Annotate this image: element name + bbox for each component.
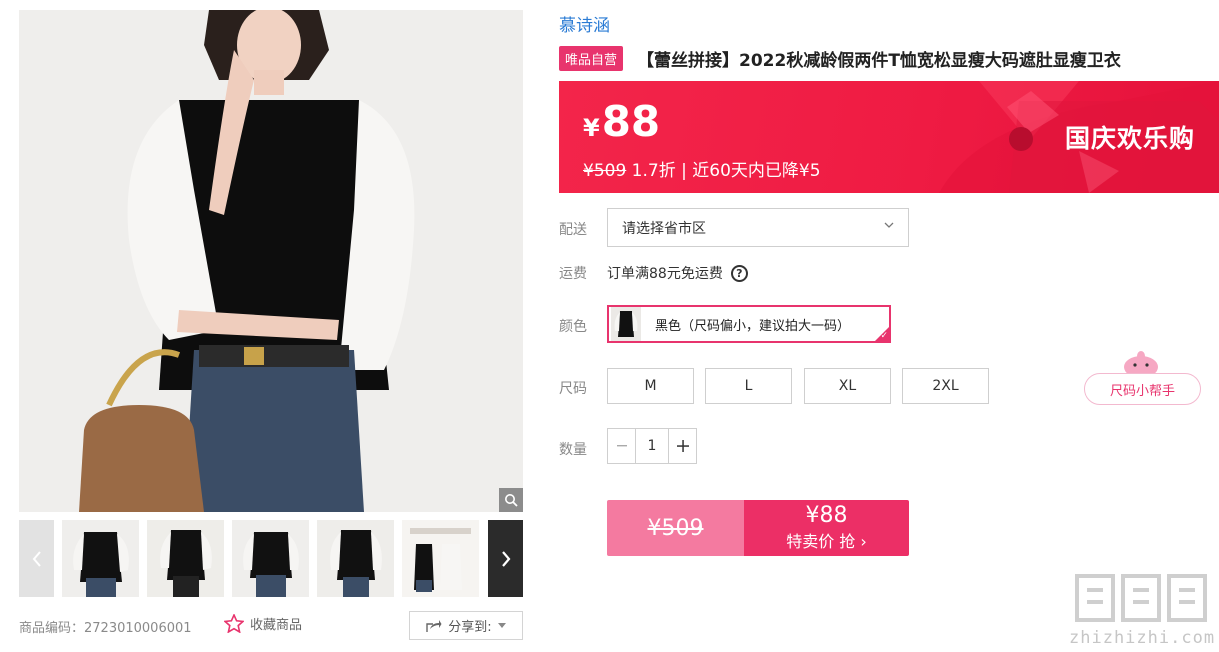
star-icon (224, 614, 244, 633)
chevron-right-icon (501, 550, 510, 567)
quantity-stepper: 1 (607, 428, 697, 464)
buy-price: ¥88 (805, 503, 848, 529)
swatch-photo (611, 307, 641, 341)
caret-down-icon (497, 623, 506, 628)
color-option-label: 黑色（尺码偏小，建议拍大一码） (655, 318, 851, 334)
size-option-m[interactable]: M (607, 368, 694, 404)
product-title: 【蕾丝拼接】2022秋减龄假两件T恤宽松显瘦大码遮肚显瘦卫衣 (637, 50, 1121, 71)
thumb-photo (402, 520, 479, 597)
size-helper-button[interactable]: 尺码小帮手 (1084, 373, 1201, 405)
site-watermark: zhizhizhi.com (1065, 568, 1215, 650)
thumbnail-strip (19, 520, 523, 597)
favorite-label: 收藏商品 (250, 618, 303, 633)
check-icon: ✓ (880, 331, 888, 341)
buy-action-text: 特卖价 抢 (786, 531, 856, 551)
quantity-increase-button[interactable] (669, 429, 696, 463)
quantity-value[interactable]: 1 (635, 429, 669, 463)
main-product-image[interactable] (19, 10, 523, 512)
help-icon[interactable]: ? (730, 264, 748, 282)
chevron-right-icon: › (860, 531, 867, 551)
buy-original-price: ¥509 (607, 500, 744, 556)
size-label: 尺码 (559, 381, 587, 397)
product-meta-row: 商品编码：2723010006001 收藏商品 分享到: (19, 610, 523, 640)
price-subline: ¥509 1.7折 | 近60天内已降¥5 (583, 156, 821, 181)
watermark-text: zhizhizhi.com (1069, 628, 1216, 648)
thumb-prev-button[interactable] (19, 520, 54, 597)
original-price: ¥509 (583, 161, 627, 181)
price-drop-note: | 近60天内已降¥5 (681, 161, 821, 181)
plus-icon (676, 440, 689, 452)
buy-now-area: ¥88 特卖价 抢 › (744, 500, 909, 556)
size-option-2xl[interactable]: 2XL (902, 368, 989, 404)
share-label: 分享到: (448, 620, 492, 635)
thumb-photo (62, 520, 139, 597)
price-banner: ¥ 88 ¥509 1.7折 | 近60天内已降¥5 国庆欢乐购 (559, 81, 1219, 193)
size-option-xl[interactable]: XL (804, 368, 891, 404)
promo-title: 国庆欢乐购 (1064, 124, 1195, 153)
price-currency: ¥ (583, 114, 600, 142)
model-photo (19, 10, 523, 512)
brand-link[interactable]: 慕诗涵 (559, 11, 610, 36)
thumbnail-1[interactable] (62, 520, 139, 597)
delivery-label: 配送 (559, 222, 587, 238)
minus-icon (616, 445, 627, 447)
share-icon (426, 619, 442, 632)
color-swatch-image (611, 307, 641, 341)
chevron-left-icon (32, 550, 41, 567)
zoom-button[interactable] (499, 488, 523, 512)
color-label: 颜色 (559, 319, 587, 335)
discount-rate: 1.7折 (631, 161, 676, 181)
thumb-photo (317, 520, 394, 597)
thumb-photo (232, 520, 309, 597)
shipping-text: 订单满88元免运费 (607, 266, 723, 282)
share-dropdown[interactable]: 分享到: (409, 611, 523, 640)
favorite-button[interactable]: 收藏商品 (224, 614, 302, 633)
thumbnail-3[interactable] (232, 520, 309, 597)
size-option-l[interactable]: L (705, 368, 792, 404)
self-operated-badge: 唯品自营 (559, 45, 624, 71)
sku-code: 商品编码：2723010006001 (19, 621, 192, 636)
quantity-label: 数量 (559, 442, 587, 458)
buy-now-button[interactable]: ¥509 ¥88 特卖价 抢 › (607, 500, 909, 556)
thumbnail-5[interactable] (402, 520, 479, 597)
thumb-photo (147, 520, 224, 597)
magnifier-icon (505, 494, 518, 507)
shipping-info: 订单满88元免运费 ? (607, 263, 748, 283)
region-select-value: 请选择省市区 (622, 220, 706, 237)
price-value: 88 (601, 97, 661, 146)
current-price: ¥ 88 (583, 97, 660, 146)
quantity-decrease-button[interactable] (608, 429, 635, 463)
shipping-label: 运费 (559, 266, 587, 282)
buy-action-label: 特卖价 抢 › (786, 528, 867, 552)
title-row: 唯品自营 【蕾丝拼接】2022秋减龄假两件T恤宽松显瘦大码遮肚显瘦卫衣 (559, 45, 1121, 71)
chevron-down-icon (884, 222, 894, 228)
color-option-black[interactable]: 黑色（尺码偏小，建议拍大一码） ✓ (607, 305, 891, 343)
region-select[interactable]: 请选择省市区 (607, 208, 909, 247)
watermark-logo (1075, 574, 1207, 622)
thumb-next-button[interactable] (488, 520, 523, 597)
thumbnail-2[interactable] (147, 520, 224, 597)
thumbnail-4[interactable] (317, 520, 394, 597)
